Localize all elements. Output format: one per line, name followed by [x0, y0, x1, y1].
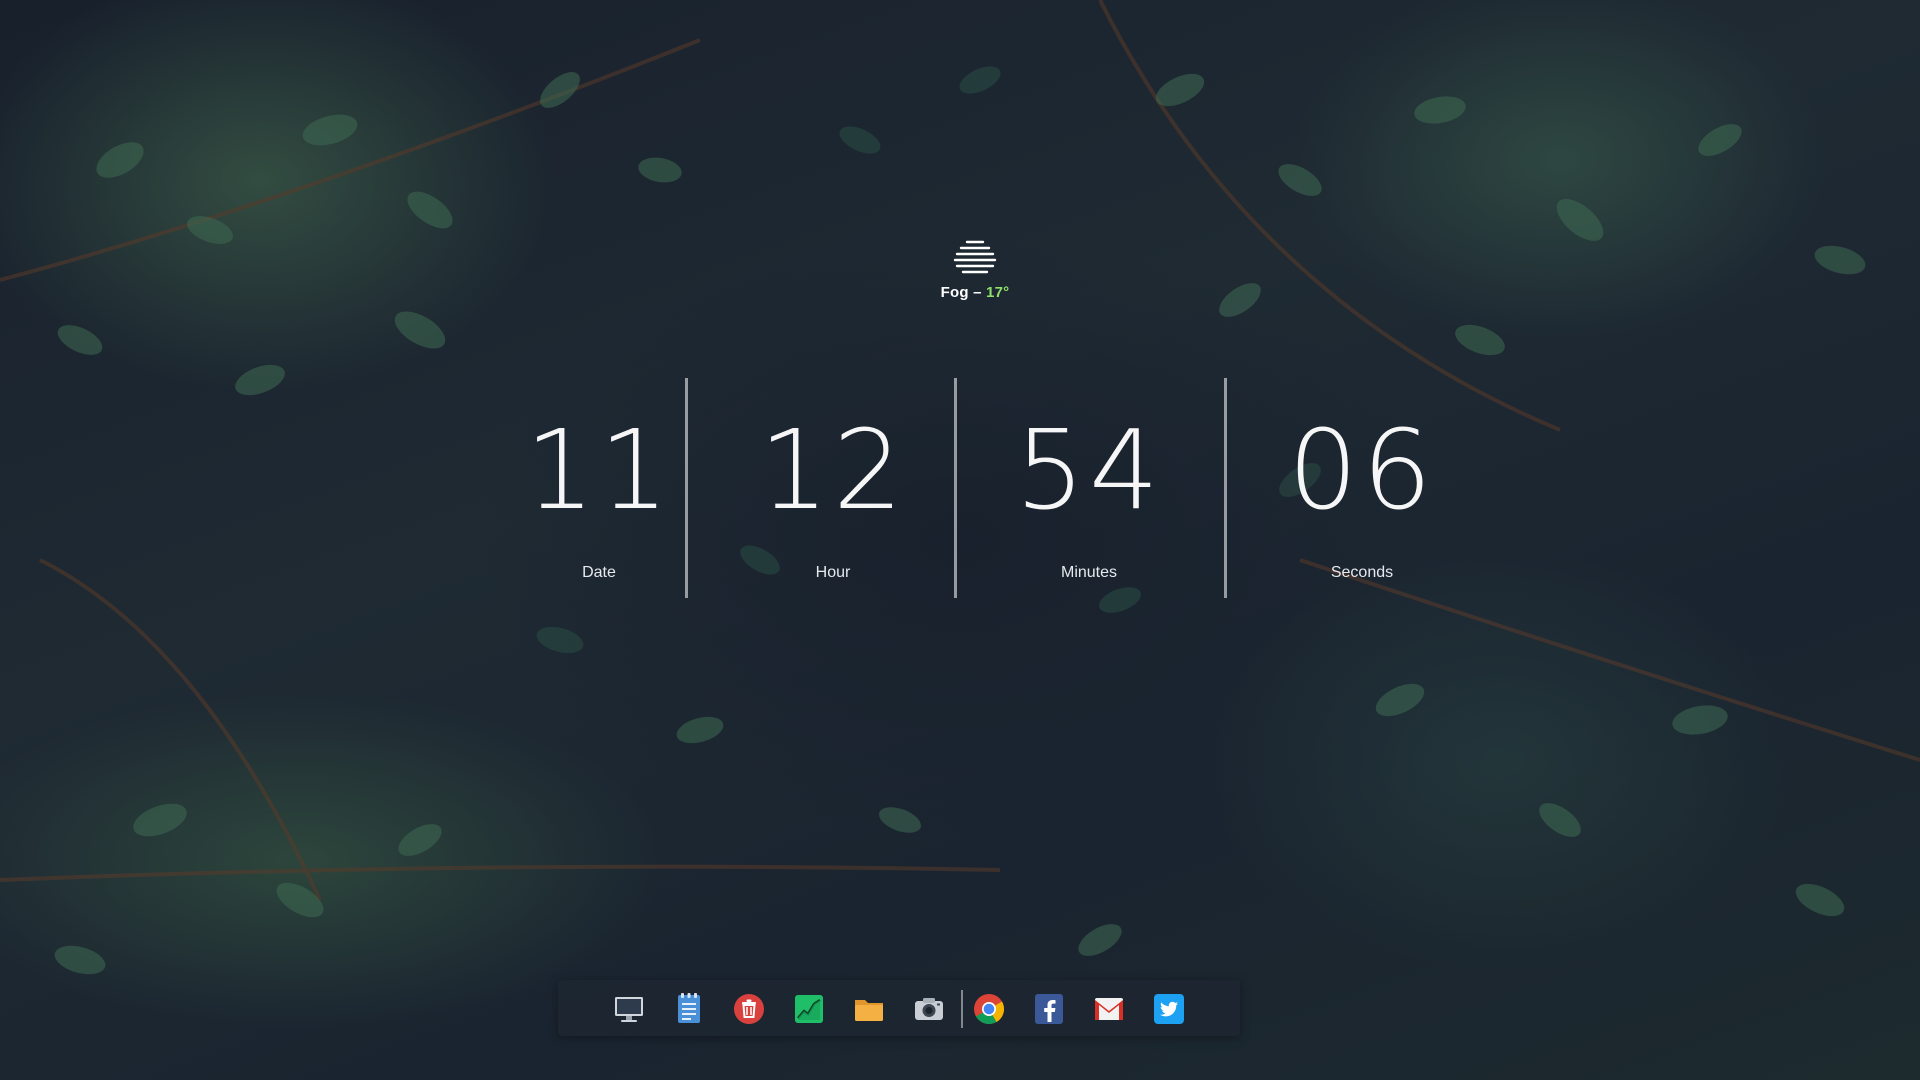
dock-item-facebook[interactable]: [1032, 992, 1066, 1026]
clock-hour-label: Hour: [815, 564, 851, 581]
clock-widget: 11 Date 12 Hour 54 Minutes 06 Seconds: [0, 0, 1920, 1080]
clock-minutes-label: Minutes: [1060, 564, 1118, 581]
clock-date-label: Date: [582, 564, 616, 581]
dock-item-chrome[interactable]: [972, 992, 1006, 1026]
clock-divider: [954, 378, 957, 598]
dock-item-files[interactable]: [852, 992, 886, 1026]
dock-item-notes[interactable]: [672, 992, 706, 1026]
clock-divider: [1224, 378, 1227, 598]
clock-minutes: 54 Minutes: [969, 400, 1209, 582]
clock-hour: 12 Hour: [713, 400, 953, 582]
clock-date-value: 11: [525, 406, 673, 534]
clock-seconds-value: 06: [1288, 406, 1436, 534]
gmail-icon: [1095, 998, 1123, 1020]
clock-date: 11 Date: [479, 400, 719, 582]
chrome-icon: [974, 994, 1005, 1025]
trash-icon: [734, 994, 764, 1024]
dock-item-trash[interactable]: [732, 992, 766, 1026]
clock-hour-value: 12: [759, 406, 907, 534]
dock-item-monitor[interactable]: [612, 992, 646, 1026]
dock-item-system-monitor[interactable]: [792, 992, 826, 1026]
dock-item-gmail[interactable]: [1092, 992, 1126, 1026]
twitter-icon: [1154, 994, 1184, 1024]
dock-separator: [961, 990, 963, 1028]
clock-divider: [685, 378, 688, 598]
clock-seconds: 06 Seconds: [1242, 400, 1482, 582]
dock-item-twitter[interactable]: [1152, 992, 1186, 1026]
notes-icon: [678, 993, 700, 1023]
camera-icon: [915, 998, 943, 1020]
dock: [558, 980, 1240, 1036]
monitor-icon: [615, 997, 643, 1022]
folder-icon: [855, 1000, 883, 1021]
clock-minutes-value: 54: [1015, 406, 1163, 534]
dock-item-camera[interactable]: [912, 992, 946, 1026]
facebook-icon: [1035, 994, 1063, 1024]
system-monitor-icon: [795, 995, 823, 1023]
clock-seconds-label: Seconds: [1330, 564, 1394, 581]
